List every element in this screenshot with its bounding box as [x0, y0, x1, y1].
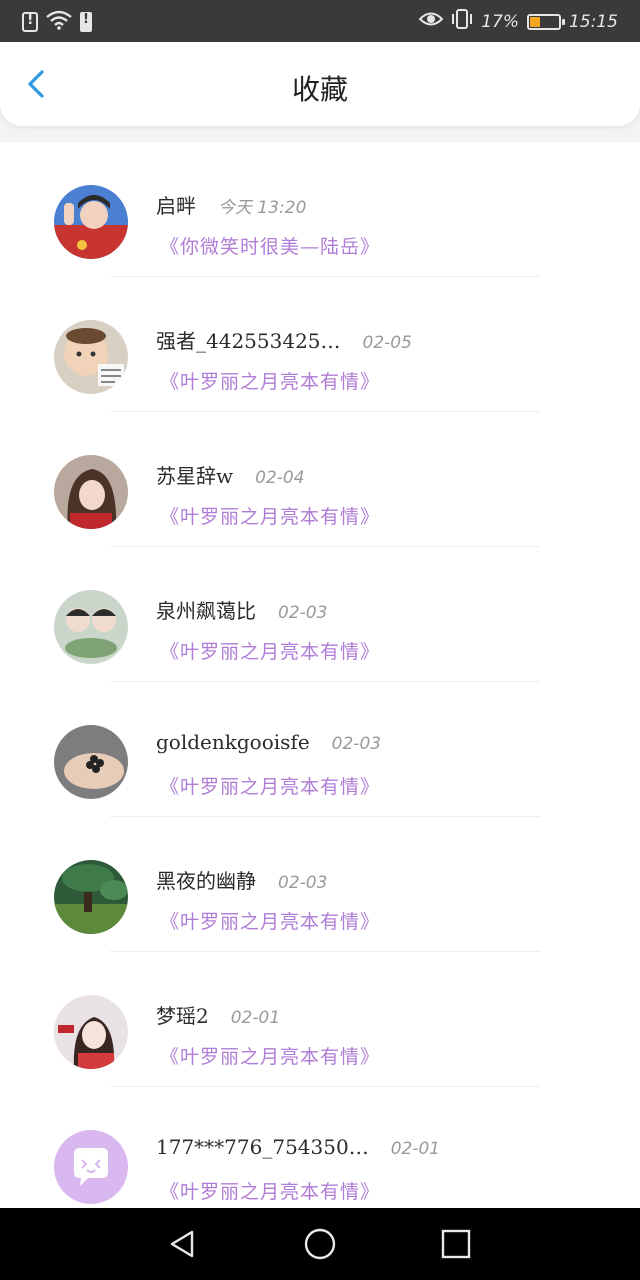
- avatar[interactable]: [54, 590, 128, 664]
- favorite-time: 02-03: [331, 734, 382, 754]
- avatar[interactable]: [54, 455, 128, 529]
- user-name[interactable]: goldenkgooisfe: [156, 730, 310, 754]
- user-name[interactable]: 黑夜的幽静: [156, 865, 256, 894]
- battery-percent: 17%: [481, 11, 519, 32]
- list-item[interactable]: 泉州飙蔼比 02-03 《叶罗丽之月亮本有情》: [0, 547, 640, 682]
- eye-icon: [418, 10, 444, 33]
- avatar[interactable]: [54, 320, 128, 394]
- work-title[interactable]: 《叶罗丽之月亮本有情》: [160, 1177, 380, 1204]
- list-item[interactable]: 强者_442553425… 02-05 《叶罗丽之月亮本有情》: [0, 277, 640, 412]
- alert-icon: [22, 12, 38, 32]
- list-item[interactable]: 黑夜的幽静 02-03 《叶罗丽之月亮本有情》: [0, 817, 640, 952]
- list-item[interactable]: 梦瑶2 02-01 《叶罗丽之月亮本有情》: [0, 952, 640, 1087]
- nav-home-button[interactable]: [302, 1226, 338, 1262]
- work-title[interactable]: 《叶罗丽之月亮本有情》: [160, 772, 380, 799]
- battery-level: [530, 16, 540, 27]
- back-triangle-icon: [170, 1230, 194, 1258]
- avatar[interactable]: [54, 185, 128, 259]
- default-avatar-icon[interactable]: [54, 1130, 128, 1204]
- clock: 15:15: [569, 11, 618, 32]
- vibrate-icon: [451, 9, 473, 34]
- user-name[interactable]: 177***776_754350…: [156, 1135, 369, 1159]
- nav-recents-button[interactable]: [438, 1226, 474, 1262]
- avatar[interactable]: [54, 995, 128, 1069]
- favorite-time: 02-04: [255, 468, 305, 488]
- work-title[interactable]: 《叶罗丽之月亮本有情》: [160, 1042, 380, 1069]
- favorite-time: 02-01: [230, 1008, 281, 1028]
- work-title[interactable]: 《你微笑时很美—陆岳》: [160, 232, 380, 259]
- user-name[interactable]: 梦瑶2: [156, 1000, 209, 1029]
- avatar[interactable]: [54, 860, 128, 934]
- favorite-time: 02-03: [278, 603, 328, 623]
- favorite-time: 02-01: [390, 1139, 441, 1159]
- list-item[interactable]: 苏星辞w 02-04 《叶罗丽之月亮本有情》: [0, 412, 640, 547]
- wifi-icon: [46, 10, 72, 34]
- system-nav-bar: [0, 1208, 640, 1280]
- page-title: 收藏: [291, 73, 348, 106]
- list-item[interactable]: goldenkgooisfe 02-03 《叶罗丽之月亮本有情》: [0, 682, 640, 817]
- nav-back-button[interactable]: [164, 1226, 200, 1262]
- user-name[interactable]: 苏星辞w: [156, 460, 233, 489]
- favorite-time: 02-05: [362, 333, 412, 353]
- list-item[interactable]: 177***776_754350… 02-01 《叶罗丽之月亮本有情》: [0, 1087, 640, 1208]
- user-name[interactable]: 强者_442553425…: [156, 325, 341, 354]
- header: 收藏: [0, 42, 640, 126]
- favorites-list: 启畔 今天 13:20 《你微笑时很美—陆岳》 强者_442553425… 02…: [0, 142, 640, 1208]
- list-item[interactable]: 启畔 今天 13:20 《你微笑时很美—陆岳》: [0, 142, 640, 277]
- favorite-time: 今天 13:20: [218, 198, 307, 218]
- battery-icon: [527, 13, 565, 30]
- work-title[interactable]: 《叶罗丽之月亮本有情》: [160, 502, 380, 529]
- work-title[interactable]: 《叶罗丽之月亮本有情》: [160, 637, 380, 664]
- sim-alert-icon: [80, 12, 92, 32]
- work-title[interactable]: 《叶罗丽之月亮本有情》: [160, 907, 380, 934]
- status-bar: 17% 15:15: [0, 0, 640, 42]
- recents-square-icon: [441, 1229, 471, 1259]
- user-name[interactable]: 启畔: [156, 190, 196, 219]
- user-name[interactable]: 泉州飙蔼比: [156, 595, 256, 624]
- work-title[interactable]: 《叶罗丽之月亮本有情》: [160, 367, 380, 394]
- favorite-time: 02-03: [278, 873, 328, 893]
- avatar[interactable]: [54, 725, 128, 799]
- home-circle-icon: [304, 1228, 336, 1260]
